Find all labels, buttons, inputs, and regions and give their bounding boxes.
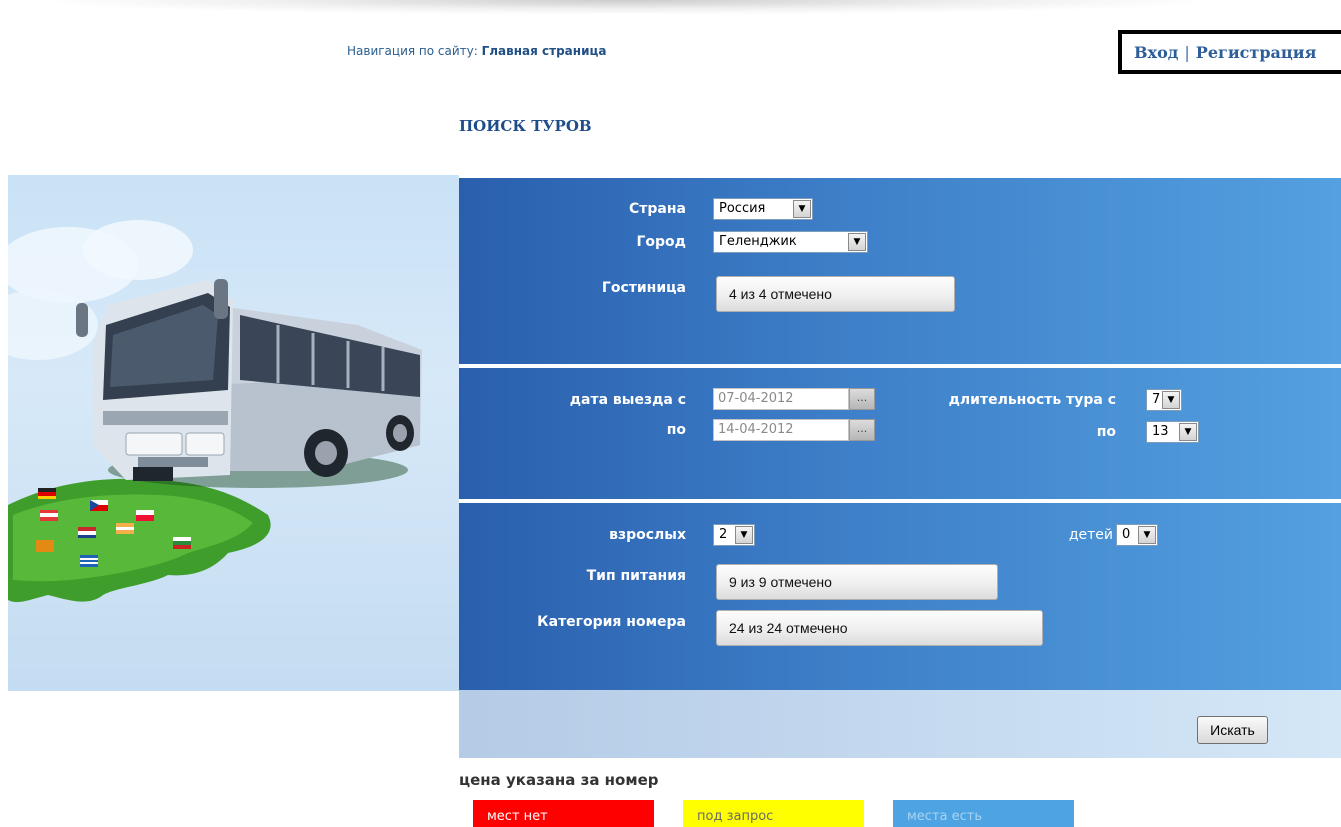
price-note: цена указана за номер (459, 771, 659, 789)
auth-separator: | (1184, 42, 1190, 62)
departure-from-input[interactable]: 07-04-2012 (713, 388, 849, 410)
bus-illustration (8, 175, 459, 691)
children-label: детей (1068, 527, 1113, 543)
breadcrumb: Навигация по сайту: Главная страница (347, 44, 606, 58)
legend-no-places: мест нет (473, 800, 654, 827)
room-category-multiselect[interactable]: 24 из 24 отмечено (716, 610, 1043, 646)
chevron-down-icon: ▼ (793, 200, 811, 218)
legend-available: места есть (893, 800, 1074, 827)
children-select[interactable]: 0 ▼ (1116, 524, 1158, 546)
duration-from-value: 7 (1152, 392, 1161, 407)
city-value: Геленджик (719, 234, 797, 249)
children-value: 0 (1122, 527, 1131, 542)
chevron-down-icon: ▼ (848, 233, 866, 251)
city-select[interactable]: Геленджик ▼ (713, 231, 868, 253)
login-link[interactable]: Вход (1134, 43, 1178, 62)
hotel-label: Гостиница (601, 280, 686, 296)
page-title: ПОИСК ТУРОВ (459, 117, 592, 135)
breadcrumb-prefix: Навигация по сайту: (347, 44, 478, 58)
register-link[interactable]: Регистрация (1196, 43, 1317, 62)
auth-box: Вход | Регистрация (1118, 30, 1341, 74)
country-select[interactable]: Россия ▼ (713, 198, 813, 220)
meal-type-multiselect[interactable]: 9 из 9 отмечено (716, 564, 998, 600)
departure-to-input[interactable]: 14-04-2012 (713, 419, 849, 441)
duration-from-select[interactable]: 7 ▼ (1146, 389, 1182, 411)
adults-select[interactable]: 2 ▼ (713, 524, 755, 546)
meal-type-label: Тип питания (586, 568, 686, 584)
chevron-down-icon: ▼ (1179, 423, 1197, 441)
duration-to-select[interactable]: 13 ▼ (1146, 421, 1199, 443)
page: Навигация по сайту: Главная страница Вхо… (0, 0, 1341, 827)
adults-value: 2 (719, 527, 728, 542)
departure-to-label: по (666, 422, 686, 438)
chevron-down-icon: ▼ (1138, 526, 1156, 544)
room-category-label: Категория номера (537, 614, 686, 630)
home-link[interactable]: Главная страница (482, 44, 607, 58)
bus-image (8, 220, 422, 603)
dates-panel (459, 368, 1341, 499)
duration-from-label: длительность тура с (948, 392, 1116, 408)
hotel-multiselect[interactable]: 4 из 4 отмечено (716, 276, 955, 312)
legend-on-request: под запрос (683, 800, 864, 827)
calendar-to-button[interactable]: ... (849, 419, 875, 441)
departure-from-label: дата выезда с (569, 392, 686, 408)
search-button[interactable]: Искать (1197, 716, 1268, 744)
duration-to-value: 13 (1152, 424, 1169, 439)
calendar-from-button[interactable]: ... (849, 388, 875, 410)
top-shadow (60, 0, 1190, 14)
duration-to-label: по (1096, 424, 1116, 440)
chevron-down-icon: ▼ (1162, 391, 1180, 409)
city-label: Город (636, 234, 687, 250)
country-label: Страна (629, 201, 686, 217)
chevron-down-icon: ▼ (735, 526, 753, 544)
country-value: Россия (719, 201, 766, 216)
adults-label: взрослых (609, 527, 686, 543)
